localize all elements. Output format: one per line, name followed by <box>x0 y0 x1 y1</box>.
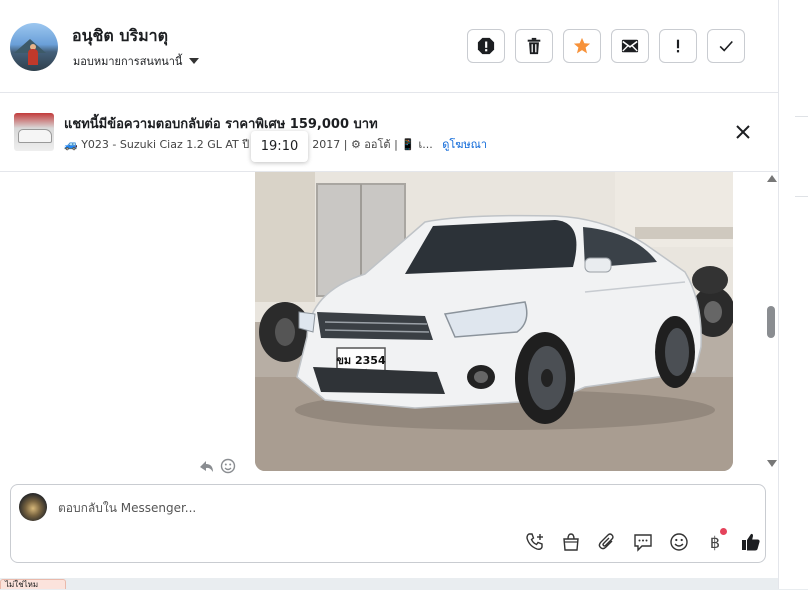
emoji-icon <box>670 533 688 551</box>
avatar-person-body <box>28 49 38 65</box>
mark-done-button[interactable] <box>707 29 745 63</box>
baht-icon: ฿ <box>709 532 721 552</box>
adjacent-panel-edge <box>778 0 808 589</box>
phone-plus-icon <box>526 533 543 550</box>
contact-avatar[interactable] <box>10 23 58 71</box>
envelope-icon <box>621 39 639 53</box>
ad-subtitle-end: 2017 | ⚙ ออโต้ | 📱 เ... <box>312 138 433 151</box>
page-avatar <box>19 493 47 521</box>
shopping-bag-icon <box>563 533 579 551</box>
react-emoji-icon[interactable] <box>220 458 236 474</box>
notification-dot <box>720 528 727 535</box>
delete-button[interactable] <box>515 29 553 63</box>
thumbs-up-icon <box>742 533 760 551</box>
panel-divider <box>795 196 808 197</box>
saved-replies-button[interactable] <box>625 531 661 553</box>
contact-name[interactable]: อนุชิต บริมาตุ <box>72 24 168 49</box>
trash-icon <box>527 37 541 55</box>
panel-divider <box>795 116 808 117</box>
conversation-actions <box>467 29 755 63</box>
conversation-header: อนุชิต บริมาตุ มอบหมายการสนทนานี้ <box>0 0 778 93</box>
assign-conversation-dropdown[interactable]: มอบหมายการสนทนานี้ <box>73 52 200 70</box>
car-photo: ขม 2354 ชลบุรี <box>255 172 733 471</box>
mark-unread-button[interactable] <box>611 29 649 63</box>
caret-down-icon <box>189 58 200 64</box>
license-plate-text: ขม 2354 <box>336 354 386 367</box>
message-reaction-icons <box>198 458 242 474</box>
scrollbar-thumb[interactable] <box>767 306 775 338</box>
assign-label: มอบหมายการสนทนานี้ <box>73 55 183 68</box>
reply-arrow-icon[interactable] <box>198 458 214 474</box>
message-time-tooltip: 19:10 <box>251 131 308 162</box>
ad-title: แชทนี้มีข้อความตอบกลับต่อ ราคาพิเศษ 159,… <box>64 117 378 132</box>
follow-up-button[interactable] <box>659 29 697 63</box>
exclamation-icon <box>676 39 680 53</box>
chat-bubble-icon <box>634 534 652 552</box>
scroll-down-arrow[interactable] <box>767 460 777 467</box>
like-button[interactable] <box>733 531 769 553</box>
check-icon <box>719 40 733 52</box>
ad-context-bar: แชทนี้มีข้อความตอบกลับต่อ ราคาพิเศษ 159,… <box>0 93 778 172</box>
composer-toolbar: ฿ <box>517 528 769 553</box>
reply-composer: ฿ <box>10 484 766 563</box>
bottom-tab[interactable]: ไม่ใช่ไหม <box>0 579 66 589</box>
payment-button[interactable]: ฿ <box>697 528 733 553</box>
star-icon <box>573 37 591 54</box>
message-image[interactable]: ขม 2354 ชลบุรี <box>255 172 733 471</box>
ad-subtitle-start: 🚙 Y023 - Suzuki Ciaz 1.2 GL AT ปี <box>64 138 250 151</box>
call-button[interactable] <box>517 531 553 553</box>
close-icon[interactable] <box>734 123 752 141</box>
reply-input[interactable] <box>58 497 558 519</box>
ad-thumbnail[interactable] <box>14 113 54 151</box>
emoji-button[interactable] <box>661 531 697 553</box>
message-thread[interactable]: ขม 2354 ชลบุรี <box>0 172 778 474</box>
shop-button[interactable] <box>553 531 589 553</box>
paperclip-icon <box>598 533 614 550</box>
star-button[interactable] <box>563 29 601 63</box>
spam-icon <box>477 37 495 55</box>
mark-spam-button[interactable] <box>467 29 505 63</box>
attach-button[interactable] <box>589 531 625 553</box>
ad-thumbnail-car <box>18 129 52 143</box>
inbox-conversation-panel: อนุชิต บริมาตุ มอบหมายการสนทนานี้ แชทนี้… <box>0 0 778 578</box>
scroll-up-arrow[interactable] <box>767 175 777 182</box>
view-ad-link[interactable]: ดูโฆษณา <box>442 138 487 151</box>
